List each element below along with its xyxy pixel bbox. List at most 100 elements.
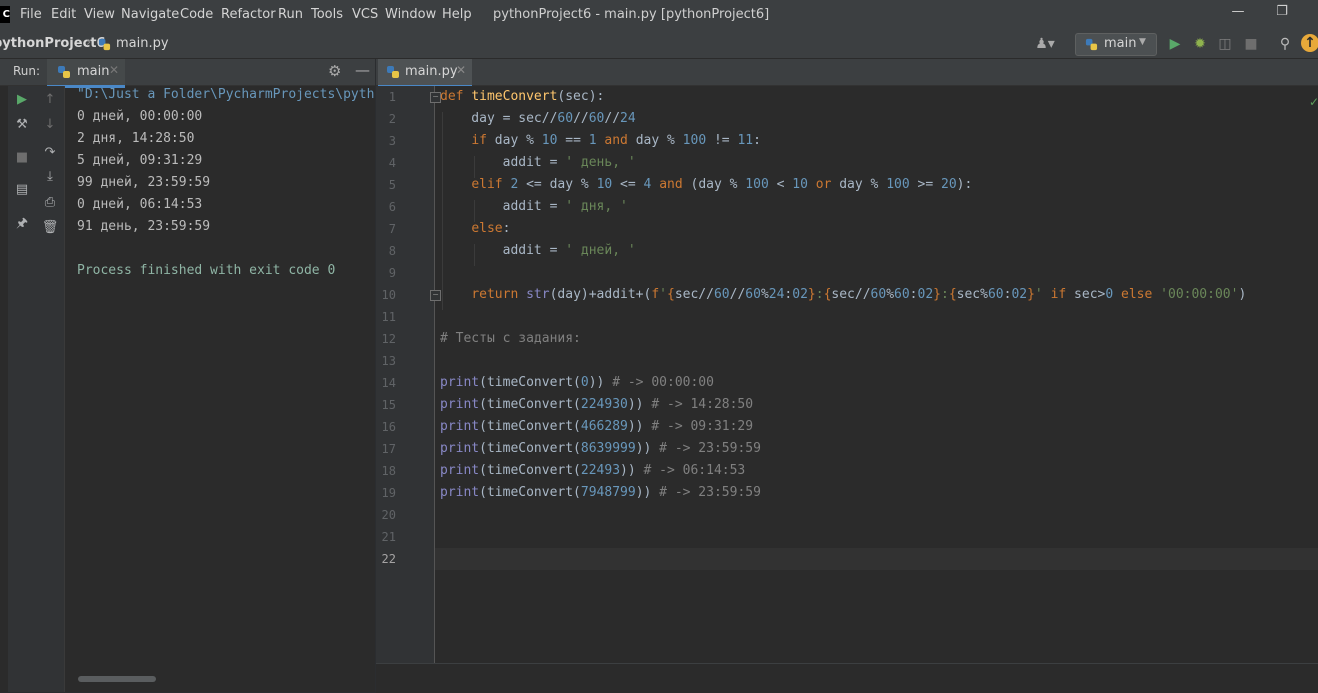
menu-code[interactable]: Code (180, 7, 213, 22)
menu-view[interactable]: View (84, 7, 115, 22)
code-line: else: (471, 221, 511, 236)
code-line: print(timeConvert(224930)) # -> 14:28:50 (440, 397, 754, 412)
console-line: 0 дней, 06:14:53 (77, 197, 203, 212)
menu-run[interactable]: Run (278, 7, 303, 22)
menu-window[interactable]: Window (385, 7, 436, 22)
code-line: def timeConvert(sec): (440, 89, 605, 104)
code-line: return str(day)+addit+(f'{sec//60//60%24… (471, 287, 1247, 302)
python-file-icon (98, 38, 111, 51)
console-line: 0 дней, 00:00:00 (77, 109, 203, 124)
line-number: 3 (388, 134, 396, 148)
line-number: 18 (381, 464, 396, 478)
debug-icon[interactable]: ✹ (1191, 35, 1209, 53)
run-configuration-label: main (1104, 36, 1137, 51)
menu-vcs[interactable]: VCS (352, 7, 378, 22)
line-number: 4 (388, 156, 396, 170)
line-number: 17 (381, 442, 396, 456)
scroll-to-end-icon[interactable]: ⤓ (41, 168, 59, 186)
arrow-up-icon[interactable]: ↑ (41, 91, 59, 109)
menu-tools[interactable]: Tools (311, 7, 343, 22)
editor-tab-bar: main.py ✕ (376, 59, 1318, 88)
run-tab-label: main (77, 64, 110, 79)
arrow-down-icon[interactable]: ↓ (41, 116, 59, 134)
soft-wrap-icon[interactable]: ↷ (41, 144, 59, 162)
console-horizontal-scrollbar[interactable] (78, 676, 156, 682)
stop-icon[interactable]: ■ (13, 149, 31, 167)
layout-icon[interactable]: ▤ (13, 181, 31, 199)
pin-icon[interactable]: 🖈 (13, 215, 31, 233)
python-file-icon (387, 66, 399, 78)
line-number: 20 (381, 508, 396, 522)
close-icon[interactable]: ✕ (456, 63, 466, 77)
menu-bar: C File Edit View Navigate Code Refactor … (0, 0, 1318, 30)
breadcrumb-separator-icon: › (86, 35, 92, 50)
console-line: 5 дней, 09:31:29 (77, 153, 203, 168)
line-number: 9 (388, 266, 396, 280)
line-number-current: 22 (381, 552, 396, 566)
code-editor[interactable]: 1 2 3 4 5 6 7 8 9 10 11 12 13 14 15 16 1… (376, 86, 1318, 663)
line-number: 21 (381, 530, 396, 544)
editor-tab-main-py[interactable]: main.py ✕ (378, 59, 472, 88)
editor-bottom-area (376, 663, 1318, 693)
console-line: 2 дня, 14:28:50 (77, 131, 195, 146)
console-line: 99 дней, 23:59:59 (77, 175, 211, 190)
navigation-bar: pythonProject6 › main.py ♟▾ main ▼ ▶ ✹ ◫… (0, 30, 1318, 59)
editor-tab-label: main.py (405, 64, 458, 79)
minimize-window-button[interactable]: — (1218, 4, 1258, 24)
console-line: "D:\Just a Folder\PycharmProjects\pytho (77, 87, 375, 102)
menu-refactor[interactable]: Refactor (221, 7, 276, 22)
gear-icon[interactable]: ⚙ (328, 62, 341, 80)
python-icon (58, 66, 70, 78)
menu-file[interactable]: File (20, 7, 42, 22)
update-icon[interactable]: ↑ (1301, 34, 1318, 52)
run-icon[interactable]: ▶ (1166, 35, 1184, 53)
coverage-icon[interactable]: ◫ (1216, 35, 1234, 53)
code-line: print(timeConvert(22493)) # -> 06:14:53 (440, 463, 746, 478)
menu-edit[interactable]: Edit (51, 7, 76, 22)
run-label: Run: (13, 64, 41, 78)
chevron-down-icon: ▼ (1139, 37, 1146, 47)
line-number: 14 (381, 376, 396, 390)
code-line: print(timeConvert(466289)) # -> 09:31:29 (440, 419, 754, 434)
add-user-icon[interactable]: ♟▾ (1032, 35, 1058, 53)
run-configuration-select[interactable]: main ▼ (1075, 33, 1157, 56)
run-tab-main[interactable]: main ✕ (47, 59, 125, 88)
run-header: Run: main ✕ ⚙ — (0, 59, 375, 88)
breadcrumb-file[interactable]: main.py (116, 36, 169, 51)
code-line: print(timeConvert(7948799)) # -> 23:59:5… (440, 485, 761, 500)
close-icon[interactable]: ✕ (109, 63, 119, 77)
line-number-gutter (376, 86, 435, 663)
code-line: addit = ' дня, ' (440, 199, 628, 214)
stop-icon[interactable]: ■ (1242, 35, 1260, 53)
line-number: 11 (381, 310, 396, 324)
console-line: 91 день, 23:59:59 (77, 219, 211, 234)
line-number: 7 (388, 222, 396, 236)
line-number: 5 (388, 178, 396, 192)
code-line: day = sec//60//60//24 (440, 111, 636, 126)
run-toolbar-primary: ▶ ⚒ ■ ▤ 🖈 (8, 86, 36, 692)
line-number: 15 (381, 398, 396, 412)
code-line: print(timeConvert(0)) # -> 00:00:00 (440, 375, 714, 390)
trash-icon[interactable]: 🗑 (41, 219, 59, 237)
window-title: pythonProject6 - main.py [pythonProject6… (493, 7, 770, 22)
wrench-icon[interactable]: ⚒ (13, 116, 31, 134)
line-number: 10 (381, 288, 396, 302)
inspection-ok-icon[interactable]: ✓ (1309, 95, 1318, 109)
menu-help[interactable]: Help (442, 7, 472, 22)
run-toolbar-secondary: ↑ ↓ ↷ ⤓ ⎙ 🗑 (36, 86, 65, 692)
code-line: elif 2 <= day % 10 <= 4 and (day % 100 <… (471, 177, 973, 192)
line-number: 2 (388, 112, 396, 126)
line-number: 12 (381, 332, 396, 346)
rerun-icon[interactable]: ▶ (13, 91, 31, 109)
line-number: 16 (381, 420, 396, 434)
search-icon[interactable]: ⚲ (1276, 35, 1294, 53)
menu-navigate[interactable]: Navigate (121, 7, 179, 22)
python-icon (1085, 38, 1098, 51)
print-icon[interactable]: ⎙ (41, 194, 59, 212)
line-number: 13 (381, 354, 396, 368)
code-line: addit = ' день, ' (440, 155, 636, 170)
hide-panel-icon[interactable]: — (355, 61, 370, 79)
line-number: 8 (388, 244, 396, 258)
restore-window-button[interactable]: ❐ (1262, 4, 1302, 24)
app-logo-icon: C (0, 6, 10, 23)
